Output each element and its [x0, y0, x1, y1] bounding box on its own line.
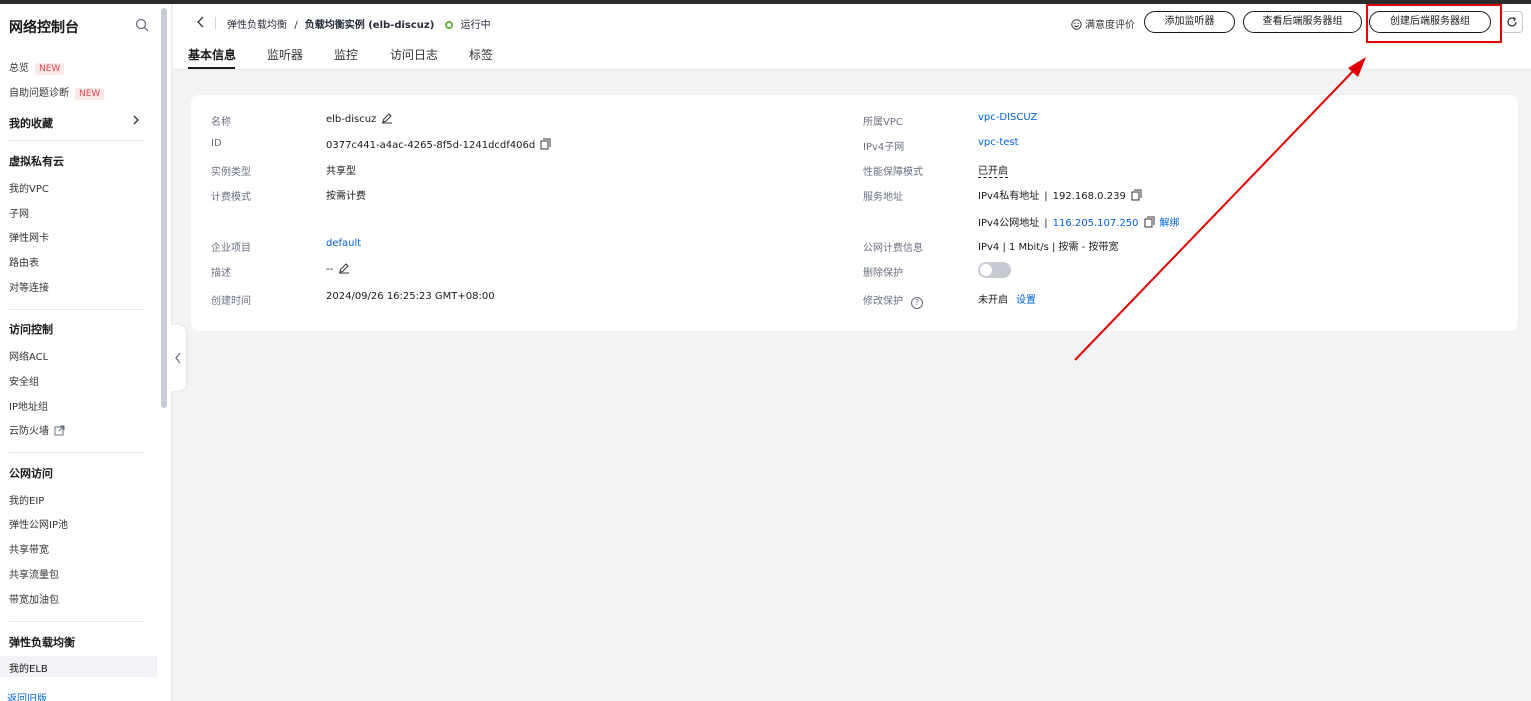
- enterprise-project-link[interactable]: default: [326, 238, 361, 249]
- tab-listeners[interactable]: 监听器: [267, 46, 303, 63]
- copy-icon[interactable]: [1131, 189, 1142, 201]
- delete-protection-label: 删除保护: [863, 268, 903, 279]
- sidebar-group-access: 访问控制: [9, 323, 53, 336]
- sidebar-item-ip-group[interactable]: IP地址组: [9, 398, 48, 413]
- sidebar-group-public: 公网访问: [9, 467, 53, 480]
- satisfaction-rating-link[interactable]: 满意度评价: [1071, 16, 1135, 31]
- refresh-button[interactable]: [1501, 11, 1523, 33]
- vpc-link[interactable]: vpc-DISCUZ: [978, 112, 1037, 123]
- vpc-label: 所属VPC: [863, 117, 903, 128]
- sidebar-item-peering[interactable]: 对等连接: [9, 279, 49, 294]
- created-time-value: 2024/09/26 16:25:23 GMT+08:00: [326, 291, 495, 302]
- sidebar-group-elb: 弹性负载均衡: [9, 636, 75, 649]
- external-link-icon: [54, 425, 65, 436]
- chevron-left-icon: [175, 352, 181, 364]
- new-badge: NEW: [75, 88, 105, 100]
- sidebar-item-route-table[interactable]: 路由表: [9, 254, 39, 269]
- public-ip-link[interactable]: 116.205.107.250: [1053, 218, 1139, 229]
- sidebar-collapse-button[interactable]: [170, 325, 186, 391]
- view-backend-groups-button[interactable]: 查看后端服务器组: [1243, 11, 1362, 33]
- tab-basic-info[interactable]: 基本信息: [188, 46, 236, 63]
- help-icon[interactable]: ?: [911, 297, 923, 309]
- sidebar-item-eip-pool[interactable]: 弹性公网IP池: [9, 516, 68, 531]
- sidebar-item-firewall[interactable]: 云防火墙: [9, 422, 65, 437]
- add-listener-button[interactable]: 添加监听器: [1144, 11, 1235, 33]
- back-to-old-version-link[interactable]: 返回旧版: [7, 690, 47, 701]
- id-label: ID: [211, 138, 222, 149]
- new-badge: NEW: [35, 63, 65, 75]
- smile-icon: [1071, 19, 1082, 30]
- breadcrumb-separator: /: [294, 20, 298, 31]
- copy-icon[interactable]: [1144, 216, 1155, 228]
- status-text: 运行中: [460, 20, 491, 31]
- divider: [9, 621, 144, 622]
- private-ip-row: IPv4私有地址 | 192.168.0.239: [978, 187, 1142, 202]
- sidebar-item-favorites[interactable]: 我的收藏: [9, 115, 53, 131]
- tab-monitoring[interactable]: 监控: [334, 46, 358, 63]
- modify-protection-value: 未开启 设置: [978, 295, 1036, 306]
- breadcrumb: 弹性负载均衡 / 负载均衡实例 (elb-discuz) 运行中: [227, 16, 491, 31]
- sidebar: 网络控制台 总览 NEW 自助问题诊断 NEW 我的收藏 虚拟私有云 我的VPC 子…: [0, 4, 172, 701]
- performance-mode-label: 性能保障模式: [863, 167, 923, 178]
- tab-tags[interactable]: 标签: [469, 46, 493, 63]
- basic-info-card: 名称 elb-discuz ID 0377c441-a4ac-4265-8f5d…: [191, 95, 1518, 331]
- sidebar-item-security-group[interactable]: 安全组: [9, 373, 39, 388]
- description-value: --: [326, 262, 350, 275]
- sidebar-scrollbar[interactable]: [161, 8, 167, 408]
- public-ip-row: IPv4公网地址 | 116.205.107.250 解绑: [978, 216, 1180, 229]
- sidebar-item-eip[interactable]: 我的EIP: [9, 492, 44, 507]
- sidebar-item-my-vpc[interactable]: 我的VPC: [9, 180, 49, 195]
- id-value: 0377c441-a4ac-4265-8f5d-1241dcdf406d: [326, 138, 551, 151]
- instance-type-label: 实例类型: [211, 167, 251, 178]
- breadcrumb-current: 负载均衡实例 (elb-discuz): [304, 20, 435, 31]
- edit-icon[interactable]: [381, 112, 393, 124]
- subnet-label: IPv4子网: [863, 142, 905, 153]
- divider: [9, 140, 144, 141]
- sidebar-item-my-elb[interactable]: 我的ELB: [9, 660, 48, 675]
- public-billing-value: IPv4 | 1 Mbit/s | 按需 - 按带宽: [978, 242, 1119, 253]
- name-value: elb-discuz: [326, 112, 393, 125]
- sidebar-item-overview[interactable]: 总览 NEW: [9, 59, 65, 75]
- modify-protection-label: 修改保护?: [863, 292, 923, 309]
- back-arrow-icon[interactable]: [195, 15, 207, 29]
- tab-access-logs[interactable]: 访问日志: [390, 46, 438, 63]
- refresh-icon: [1507, 16, 1517, 27]
- sidebar-item-subnet[interactable]: 子网: [9, 205, 29, 220]
- divider: [9, 309, 144, 310]
- billing-value: 按需计费: [326, 191, 366, 202]
- subnet-link[interactable]: vpc-test: [978, 137, 1019, 148]
- sidebar-item-diagnose[interactable]: 自助问题诊断 NEW: [9, 84, 105, 100]
- name-label: 名称: [211, 117, 231, 128]
- description-label: 描述: [211, 268, 231, 279]
- service-address-label: 服务地址: [863, 192, 903, 203]
- divider: [9, 452, 144, 453]
- sidebar-item-bandwidth-addon[interactable]: 带宽加油包: [9, 591, 59, 606]
- copy-icon[interactable]: [540, 138, 551, 150]
- billing-label: 计费模式: [211, 192, 251, 203]
- sidebar-item-acl[interactable]: 网络ACL: [9, 348, 48, 363]
- sidebar-item-shared-bandwidth[interactable]: 共享带宽: [9, 541, 49, 556]
- edit-icon[interactable]: [338, 262, 350, 274]
- chevron-right-icon[interactable]: [131, 115, 141, 125]
- delete-protection-toggle[interactable]: [978, 262, 1011, 278]
- sidebar-item-traffic-package[interactable]: 共享流量包: [9, 566, 59, 581]
- sidebar-group-vpc: 虚拟私有云: [9, 155, 64, 168]
- public-billing-label: 公网计费信息: [863, 243, 923, 254]
- sidebar-title: 网络控制台: [9, 20, 79, 36]
- sidebar-item-eni[interactable]: 弹性网卡: [9, 229, 49, 244]
- unbind-link[interactable]: 解绑: [1160, 218, 1180, 229]
- active-tab-indicator: [188, 67, 235, 69]
- enterprise-project-label: 企业项目: [211, 243, 251, 254]
- search-icon[interactable]: [135, 18, 149, 32]
- breadcrumb-elb-link[interactable]: 弹性负载均衡: [227, 20, 287, 31]
- instance-type-value: 共享型: [326, 166, 356, 177]
- divider: [215, 17, 216, 29]
- modify-protection-settings-link[interactable]: 设置: [1016, 295, 1036, 306]
- status-running-icon: [445, 21, 454, 29]
- page-header: 弹性负载均衡 / 负载均衡实例 (elb-discuz) 运行中 满意度评价 添…: [173, 4, 1531, 70]
- performance-mode-value: 已开启: [978, 166, 1008, 178]
- created-time-label: 创建时间: [211, 296, 251, 307]
- private-ip-value: 192.168.0.239: [1052, 191, 1126, 202]
- highlight-box: [1366, 4, 1502, 43]
